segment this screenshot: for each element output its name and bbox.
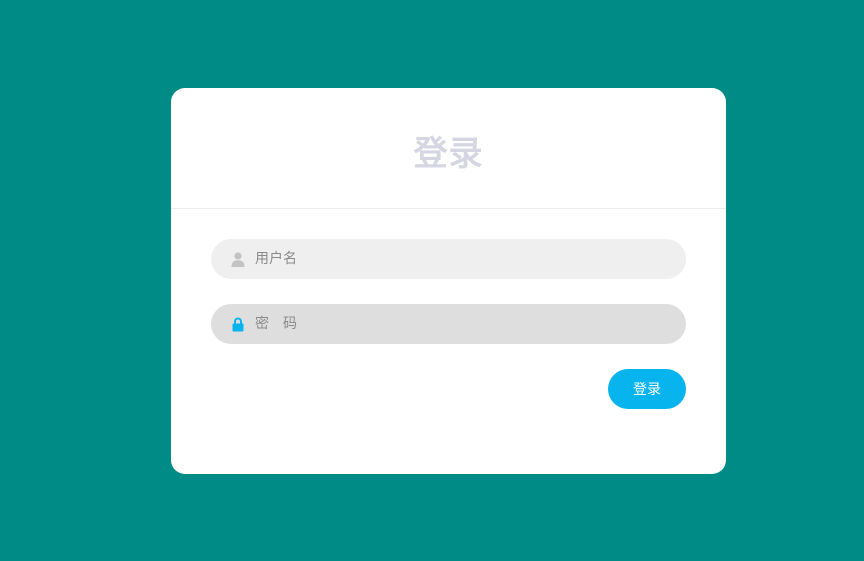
username-input[interactable] [255, 244, 655, 274]
password-field[interactable] [211, 304, 686, 344]
lock-icon [231, 316, 245, 332]
user-icon [231, 251, 245, 267]
login-title: 登录 [413, 133, 484, 174]
login-card: 登录 登录 [171, 88, 726, 474]
login-button[interactable]: 登录 [608, 369, 686, 409]
password-input[interactable] [255, 309, 655, 339]
login-card-header: 登录 [171, 88, 726, 209]
username-field[interactable] [211, 239, 686, 279]
